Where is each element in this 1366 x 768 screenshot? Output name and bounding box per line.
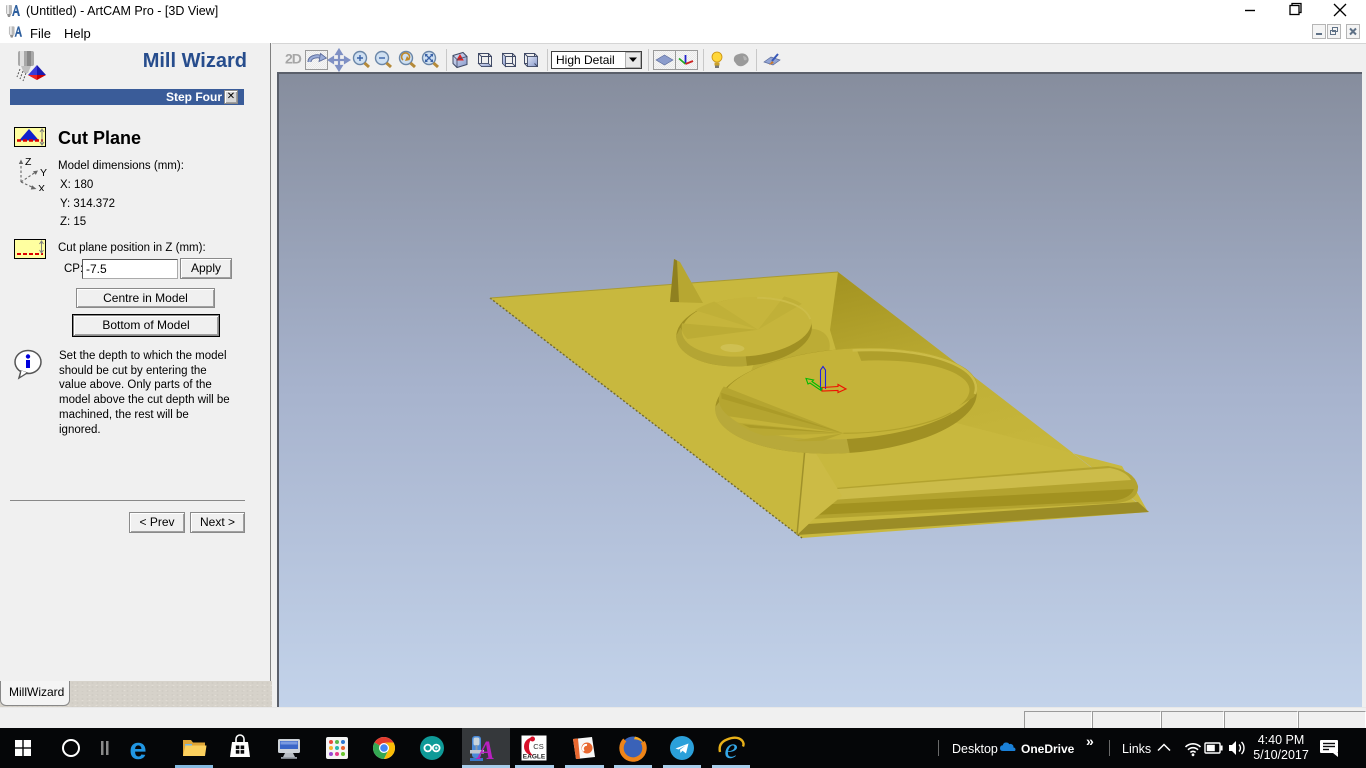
svg-text:4:40 PM: 4:40 PM bbox=[1258, 733, 1305, 747]
svg-text:Desktop: Desktop bbox=[952, 742, 998, 756]
svg-text:X: X bbox=[38, 183, 45, 191]
svg-text:Y: Y bbox=[40, 167, 47, 179]
svg-text:Z: Z bbox=[25, 156, 32, 168]
svg-text:»: » bbox=[1086, 733, 1094, 749]
svg-text:OneDrive: OneDrive bbox=[1021, 742, 1075, 756]
svg-text:e: e bbox=[129, 731, 146, 766]
svg-text:CS: CS bbox=[533, 742, 543, 751]
svg-text:Links: Links bbox=[1122, 742, 1151, 756]
svg-text:High Detail: High Detail bbox=[556, 53, 615, 67]
svg-text:EAGLE: EAGLE bbox=[523, 754, 546, 761]
svg-text:2D: 2D bbox=[285, 51, 302, 67]
svg-text:5/10/2017: 5/10/2017 bbox=[1253, 748, 1309, 762]
svg-text:A: A bbox=[475, 736, 494, 765]
